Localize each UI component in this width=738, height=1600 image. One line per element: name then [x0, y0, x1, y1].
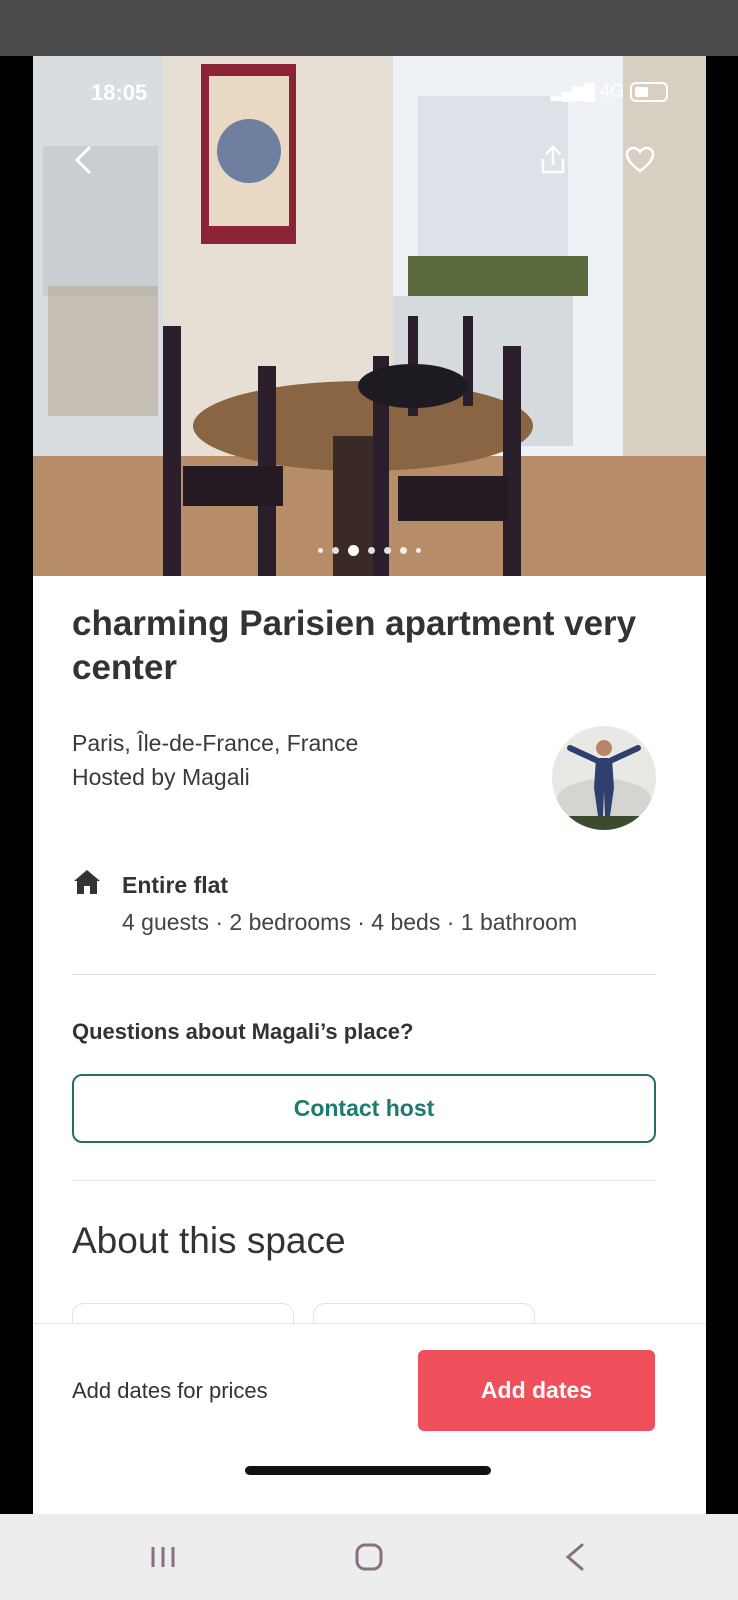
- network-type: 4G: [599, 81, 624, 101]
- battery-icon: [630, 81, 668, 102]
- carousel-dot: [400, 547, 407, 554]
- status-time: 18:05: [91, 80, 148, 105]
- prices-text: Add dates for prices: [72, 1378, 268, 1403]
- add-dates-button[interactable]: Add dates: [418, 1350, 655, 1431]
- share-icon[interactable]: [533, 140, 573, 180]
- host-avatar[interactable]: [552, 726, 656, 830]
- carousel-dot-active: [348, 545, 359, 556]
- listing-photo-carousel[interactable]: 18:05 ▂▄▆█ 4G: [33, 56, 706, 576]
- contact-host-button[interactable]: Contact host: [72, 1074, 656, 1143]
- carousel-dot: [384, 547, 391, 554]
- heart-icon[interactable]: [620, 140, 660, 180]
- house-icon: [74, 870, 100, 894]
- home-icon[interactable]: [344, 1532, 394, 1582]
- listing-location: Paris, Île-de-France, France: [72, 730, 359, 756]
- back-icon[interactable]: [550, 1532, 600, 1582]
- recent-apps-icon[interactable]: [138, 1532, 188, 1582]
- status-indicators: ▂▄▆█ 4G: [551, 81, 668, 102]
- divider: [72, 974, 656, 975]
- carousel-dot: [318, 548, 323, 553]
- carousel-dot: [368, 547, 375, 554]
- back-arrow-icon[interactable]: [63, 140, 103, 180]
- about-heading: About this space: [72, 1220, 346, 1261]
- listing-screen: 18:05 ▂▄▆█ 4G charming Parisien apartmen…: [33, 56, 706, 1514]
- listing-title: charming Parisien apartment very center: [72, 604, 637, 687]
- listing-photo: [33, 56, 706, 576]
- questions-heading: Questions about Magali’s place?: [72, 1019, 414, 1044]
- property-type: Entire flat: [122, 872, 229, 898]
- carousel-dot: [332, 547, 339, 554]
- carousel-dot: [416, 548, 421, 553]
- carousel-dots: [33, 545, 706, 556]
- property-details: 4 guests · 2 bedrooms · 4 beds · 1 bathr…: [122, 909, 578, 935]
- system-top-bar: [0, 0, 738, 56]
- divider: [72, 1180, 656, 1181]
- hosted-by: Hosted by Magali: [72, 764, 250, 790]
- booking-bar: Add dates for prices Add dates: [33, 1323, 706, 1514]
- android-nav-bar: [0, 1514, 738, 1600]
- signal-icon: ▂▄▆█: [550, 83, 595, 101]
- home-indicator[interactable]: [245, 1466, 491, 1475]
